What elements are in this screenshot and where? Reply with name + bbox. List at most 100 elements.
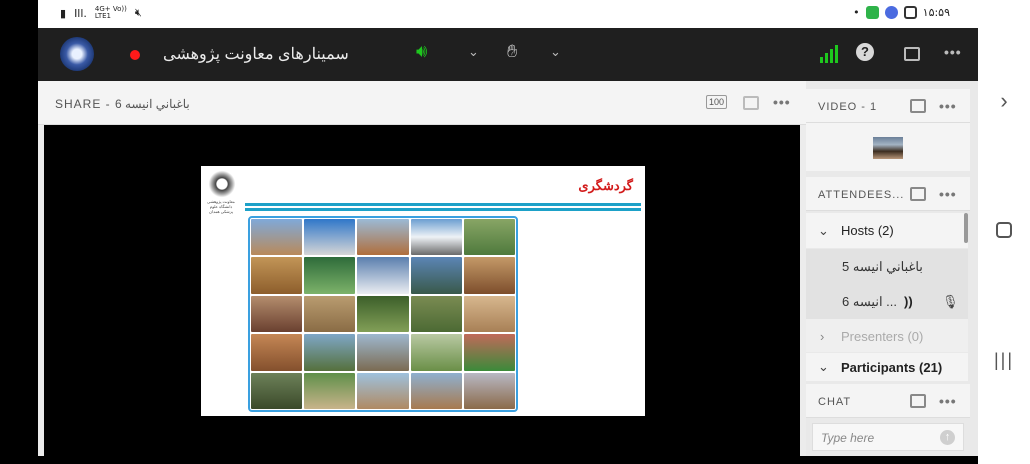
participants-group-row[interactable]: ⌄ Participants (21) [806,353,968,381]
presenters-group-row[interactable]: › Presenters (0) [806,319,968,352]
home-button[interactable] [978,222,1030,243]
zoom-100-button[interactable]: 100 [706,95,728,109]
collage-photo [410,219,462,256]
tourism-photo-collage [248,216,518,412]
chat-pod-title: CHAT [818,396,852,408]
side-panel: VIDEO - 1 ••• ATTENDEES... ••• ⌄ Hosts (… [806,81,978,456]
status-chevron-down-icon[interactable]: ⌄ [550,44,561,60]
video-pod-body [806,123,970,171]
chevron-down-icon: ⌄ [818,359,829,374]
clock: ۱۵:۵۹ [922,6,950,19]
chevron-right-icon[interactable]: › [978,88,1030,114]
chrome-notification-icon [884,6,898,19]
notification-dot-icon: • [853,6,860,19]
attendee-row[interactable]: ... انيسه 6 )) 🎙︎ [806,284,968,319]
collage-photo [251,372,303,409]
attendee-row[interactable]: باغباني انيسه 5 [806,249,968,284]
signal-icon: Ill. [74,6,87,20]
video-more-icon[interactable]: ••• [939,98,957,114]
mute-icon: 🔇︎ [134,6,142,19]
share-content-area: معاونت پژوهشی دانشگاه علوم پزشکی همدان گ… [44,125,800,456]
attendees-fullscreen-icon[interactable] [910,187,926,201]
participants-group-label: Participants (21) [841,360,943,375]
bezel-left [0,0,38,464]
attendee-name: ... انيسه 6 [842,294,898,309]
collage-photo [304,257,356,294]
collage-photo [304,295,356,333]
status-bar: ▮ Ill. 4G+ Vo)) LTE1 🔇︎ • ۱۵:۵۹ [38,0,978,28]
collage-photo [357,372,409,409]
home-icon [996,222,1012,238]
collage-photo [357,219,409,256]
speaker-icon[interactable]: 🔊︎ [416,41,427,62]
slide-emblem-caption: معاونت پژوهشی دانشگاه علوم پزشکی همدان [207,199,235,214]
collage-photo [304,219,356,256]
share-pod-title: SHARE - باغباني انيسه 6 [55,97,190,111]
collage-photo [410,257,462,294]
meeting-toolbar: سمینارهای معاونت پژوهشی 🔊︎ ⌄ ✋︎ ⌄ ? ••• [38,28,978,81]
help-icon[interactable]: ? [856,43,874,61]
chat-placeholder: Type here [821,431,875,445]
chat-pod-header: CHAT ••• [806,384,970,418]
slide-title: گردشگری [578,178,633,193]
attendees-scrollbar[interactable] [964,213,968,243]
attendee-name: باغباني انيسه 5 [842,259,923,274]
android-navigation-bar: › ||| [978,0,1030,464]
recording-indicator-icon [130,50,140,60]
audio-chevron-down-icon[interactable]: ⌄ [468,44,479,60]
share-pod: SHARE - باغباني انيسه 6 100 ••• معاونت پ… [38,81,806,456]
share-pod-header: SHARE - باغباني انيسه 6 100 ••• [38,81,806,125]
share-more-icon[interactable]: ••• [773,94,791,110]
collage-photo [463,334,515,371]
phone-screen: ▮ Ill. 4G+ Vo)) LTE1 🔇︎ • ۱۵:۵۹ سمینارها… [0,0,1030,464]
raise-hand-icon[interactable]: ✋︎ [507,41,517,62]
share-fullscreen-icon[interactable] [743,96,759,110]
collage-photo [410,295,462,333]
chat-more-icon[interactable]: ••• [939,393,957,409]
attendees-more-icon[interactable]: ••• [939,186,957,202]
chevron-right-icon: › [820,329,825,344]
collage-photo [463,295,515,333]
chat-fullscreen-icon[interactable] [910,394,926,408]
collage-photo [357,257,409,294]
slide-emblem-logo [207,170,237,198]
collage-photo [357,295,409,333]
presenters-group-label: Presenters (0) [841,329,924,344]
collage-photo [463,219,515,256]
collage-photo [251,334,303,371]
slide-divider-line [245,203,641,206]
more-options-icon[interactable]: ••• [944,44,962,60]
attendees-pod-header: ATTENDEES... ••• [806,177,970,211]
send-icon[interactable]: ↑ [940,430,955,445]
collage-photo [463,257,515,294]
webcam-thumbnail[interactable] [873,137,903,159]
collage-photo [357,334,409,371]
bezel-bottom [0,456,980,464]
presentation-slide: معاونت پژوهشی دانشگاه علوم پزشکی همدان گ… [201,166,645,416]
lte-label: LTE1 [94,12,112,20]
microphone-icon: 🎙︎ [942,294,959,309]
video-pod-header: VIDEO - 1 ••• [806,89,970,123]
collage-photo [463,372,515,409]
slide-divider-line [245,208,641,211]
collage-photo [304,334,356,371]
collage-photo [251,219,303,256]
collage-photo [251,257,303,294]
fullscreen-icon[interactable] [904,47,920,61]
speaking-icon: )) [904,294,913,309]
collage-photo [304,372,356,409]
hosts-group-row[interactable]: ⌄ Hosts (2) [806,213,968,248]
attendees-pod-title: ATTENDEES... [818,189,905,201]
room-title: سمینارهای معاونت پژوهشی [163,46,349,63]
chat-input[interactable]: Type here ↑ [812,423,964,451]
collage-photo [251,295,303,333]
connection-strength-icon [820,45,840,63]
recent-apps-icon[interactable]: ||| [978,350,1030,371]
video-fullscreen-icon[interactable] [910,99,926,113]
app-notification-icon [865,6,879,19]
chevron-down-icon: ⌄ [818,223,829,238]
battery-saver-icon: ▮ [60,6,67,20]
hosts-group-label: Hosts (2) [841,223,894,238]
university-logo [60,37,94,71]
collage-photo [410,372,462,409]
